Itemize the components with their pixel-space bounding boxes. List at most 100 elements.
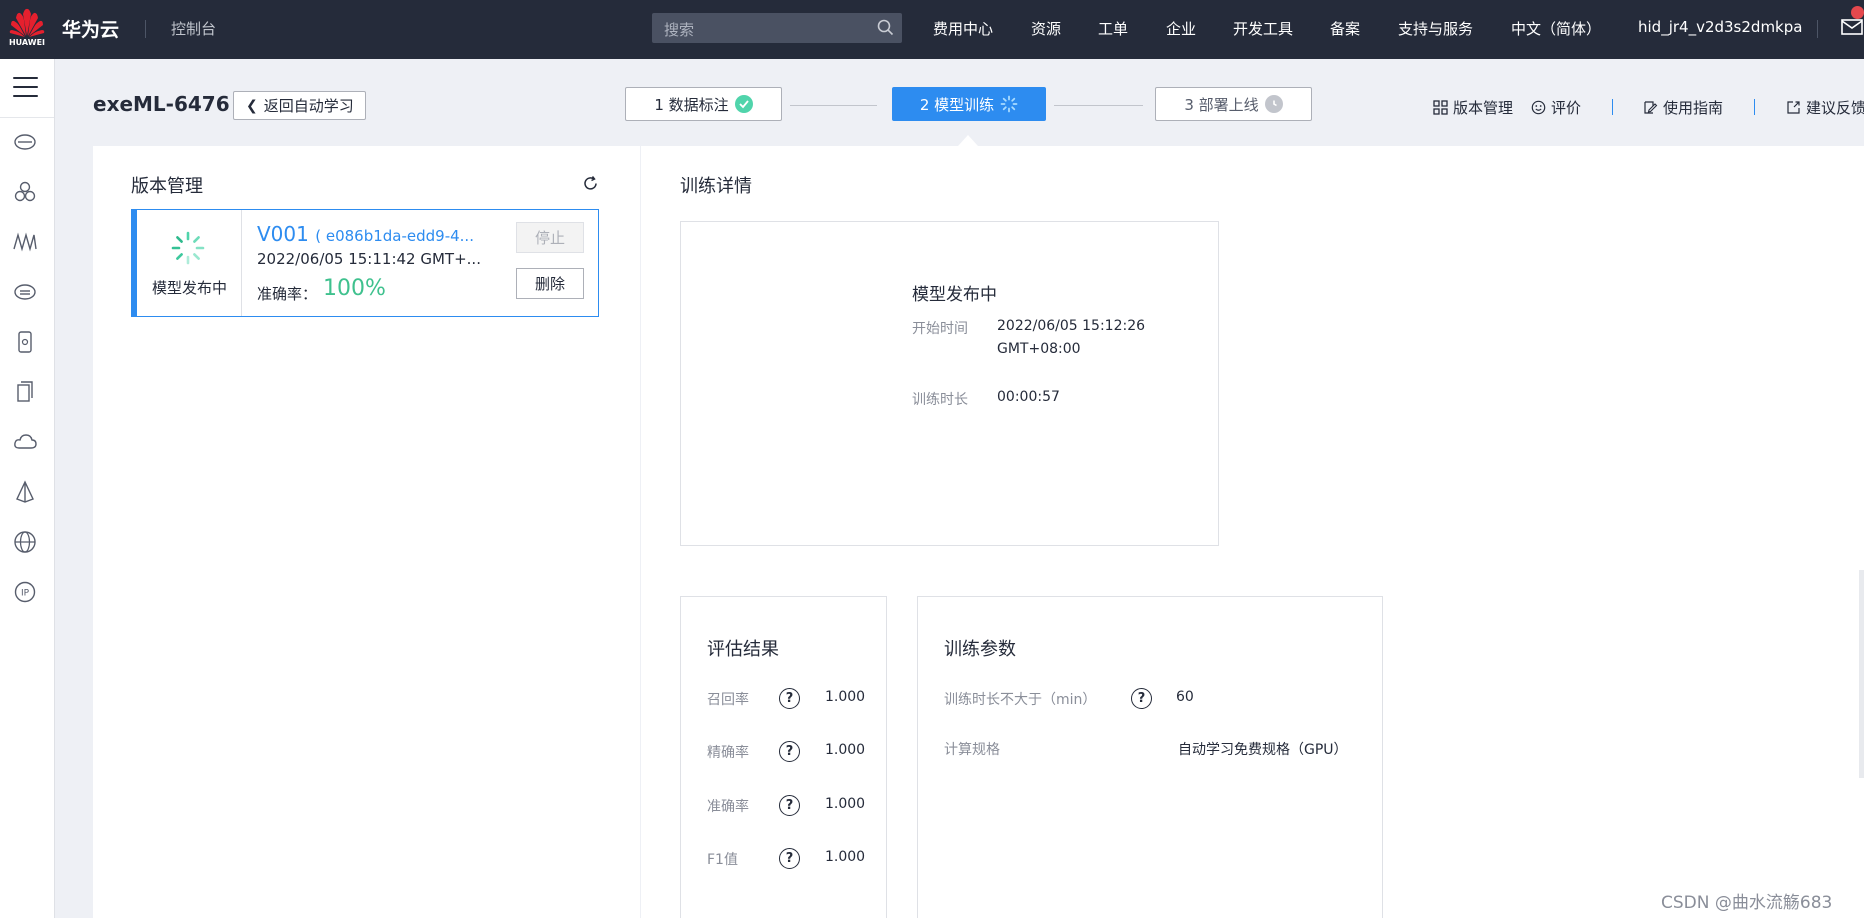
version-panel-title: 版本管理 xyxy=(131,176,203,197)
scrollbar[interactable] xyxy=(1859,570,1864,778)
divider xyxy=(145,20,146,38)
nav-user[interactable]: hid_jr4_v2d3s2dmkpa xyxy=(1638,18,1802,36)
training-detail-title: 训练详情 xyxy=(680,176,752,197)
menu-icon[interactable] xyxy=(13,77,38,97)
evaluation-title: 评估结果 xyxy=(707,639,779,660)
check-icon xyxy=(734,95,753,113)
precision-label: 精确率 xyxy=(707,745,749,761)
nav-enterprise[interactable]: 企业 xyxy=(1166,18,1196,39)
svg-text:IP: IP xyxy=(21,589,30,599)
user-guide-link[interactable]: 使用指南 xyxy=(1643,97,1723,118)
divider xyxy=(1817,20,1818,38)
nav-dev-tools[interactable]: 开发工具 xyxy=(1233,18,1293,39)
divider xyxy=(1612,99,1613,115)
link-label: 版本管理 xyxy=(1453,99,1514,117)
grid-icon xyxy=(1433,100,1448,115)
search-placeholder: 搜索 xyxy=(664,21,695,39)
step-label: 1 数据标注 xyxy=(654,95,729,114)
version-card[interactable]: 模型发布中 V001 ( e086b1da-edd9-4... 2022/06/… xyxy=(131,209,599,317)
version-number: V001 xyxy=(257,222,309,246)
back-button-label: 返回自动学习 xyxy=(263,97,354,115)
search-icon[interactable] xyxy=(877,19,894,36)
accuracy-value: 1.000 xyxy=(825,796,866,812)
notification-badge xyxy=(1851,6,1864,19)
watermark: CSDN @曲水流觞683 xyxy=(1661,893,1833,913)
container-icon[interactable] xyxy=(12,379,38,405)
params-title: 训练参数 xyxy=(944,639,1016,660)
max-duration-value: 60 xyxy=(1176,689,1194,705)
help-icon[interactable]: ? xyxy=(779,741,800,762)
nav-icp[interactable]: 备案 xyxy=(1330,18,1360,39)
step-pointer xyxy=(958,135,978,146)
duration-value: 00:00:57 xyxy=(997,389,1060,405)
step-connector xyxy=(790,105,877,106)
loading-spinner-icon xyxy=(171,231,205,265)
compute-spec-value: 自动学习免费规格（GPU） xyxy=(1178,742,1348,758)
stop-button[interactable]: 停止 xyxy=(516,222,584,253)
network-icon[interactable] xyxy=(12,229,38,255)
mail-icon[interactable] xyxy=(1841,18,1863,36)
evaluation-box: 评估结果 召回率 ? 1.000 精确率 ? 1.000 准确率 ? 1.000… xyxy=(680,596,887,918)
loading-icon xyxy=(1000,95,1018,113)
version-management-link[interactable]: 版本管理 xyxy=(1433,97,1513,118)
help-icon[interactable]: ? xyxy=(779,848,800,869)
nav-support[interactable]: 支持与服务 xyxy=(1398,18,1473,39)
cloud-server-icon[interactable] xyxy=(12,129,38,155)
pyramid-icon[interactable] xyxy=(12,479,38,505)
step-model-training[interactable]: 2 模型训练 xyxy=(892,87,1046,121)
top-navigation-bar: HUAWEI 华为云 控制台 搜索 费用中心 资源 工单 企业 开发工具 备案 … xyxy=(0,0,1864,59)
nav-billing[interactable]: 费用中心 xyxy=(933,18,993,39)
back-button[interactable]: ❮ 返回自动学习 xyxy=(233,91,366,120)
logo-text: HUAWEI xyxy=(8,38,46,47)
chevron-left-icon: ❮ xyxy=(246,97,258,114)
divider xyxy=(0,117,54,118)
accuracy-label: 准确率 xyxy=(707,799,749,815)
cloud-icon[interactable] xyxy=(12,429,38,455)
delete-button[interactable]: 删除 xyxy=(516,268,584,299)
link-label: 建议反馈 xyxy=(1806,99,1864,117)
training-detail-box: 模型发布中 开始时间 2022/06/05 15:12:26 GMT+08:00… xyxy=(680,221,1219,546)
accuracy-label: 准确率： xyxy=(257,285,318,303)
duration-label: 训练时长 xyxy=(912,392,968,408)
nav-resources[interactable]: 资源 xyxy=(1031,18,1061,39)
sidebar: IP xyxy=(0,59,55,918)
f1-label: F1值 xyxy=(707,852,738,868)
globe-icon[interactable] xyxy=(12,529,38,555)
help-icon[interactable]: ? xyxy=(1131,688,1152,709)
page-title: exeML-6476 xyxy=(93,92,230,116)
nav-tickets[interactable]: 工单 xyxy=(1098,18,1128,39)
link-label: 使用指南 xyxy=(1663,99,1724,117)
feedback-link[interactable]: 建议反馈 xyxy=(1786,97,1864,118)
help-icon[interactable]: ? xyxy=(779,688,800,709)
cluster-icon[interactable] xyxy=(12,179,38,205)
refresh-icon[interactable] xyxy=(582,175,599,192)
external-link-icon xyxy=(1787,101,1800,114)
step-connector xyxy=(1054,105,1143,106)
brand-name[interactable]: 华为云 xyxy=(62,15,119,42)
storage-icon[interactable] xyxy=(12,279,38,305)
link-label: 评价 xyxy=(1551,99,1582,117)
help-icon[interactable]: ? xyxy=(779,795,800,816)
step-label: 3 部署上线 xyxy=(1184,95,1259,114)
recall-value: 1.000 xyxy=(825,689,866,705)
version-time: 2022/06/05 15:11:42 GMT+... xyxy=(257,250,481,268)
divider xyxy=(1754,99,1755,115)
training-status: 模型发布中 xyxy=(912,285,997,305)
accuracy-value: 100% xyxy=(323,276,386,301)
device-icon[interactable] xyxy=(12,329,38,355)
version-name[interactable]: V001 ( e086b1da-edd9-4... xyxy=(257,222,474,246)
console-link[interactable]: 控制台 xyxy=(171,18,216,39)
huawei-flower-icon xyxy=(9,8,45,37)
huawei-logo[interactable]: HUAWEI xyxy=(8,6,46,52)
precision-value: 1.000 xyxy=(825,742,866,758)
ip-icon[interactable]: IP xyxy=(12,579,38,605)
search-input[interactable]: 搜索 xyxy=(652,13,902,43)
step-data-labeling[interactable]: 1 数据标注 xyxy=(625,87,782,121)
version-id: ( e086b1da-edd9-4... xyxy=(315,227,474,245)
step-deploy[interactable]: 3 部署上线 xyxy=(1155,87,1312,121)
rating-link[interactable]: 评价 xyxy=(1531,97,1581,118)
start-time-timezone: GMT+08:00 xyxy=(997,341,1081,357)
status-label: 模型发布中 xyxy=(151,279,227,297)
nav-language[interactable]: 中文（简体） xyxy=(1511,18,1601,39)
start-time-label: 开始时间 xyxy=(912,321,968,337)
